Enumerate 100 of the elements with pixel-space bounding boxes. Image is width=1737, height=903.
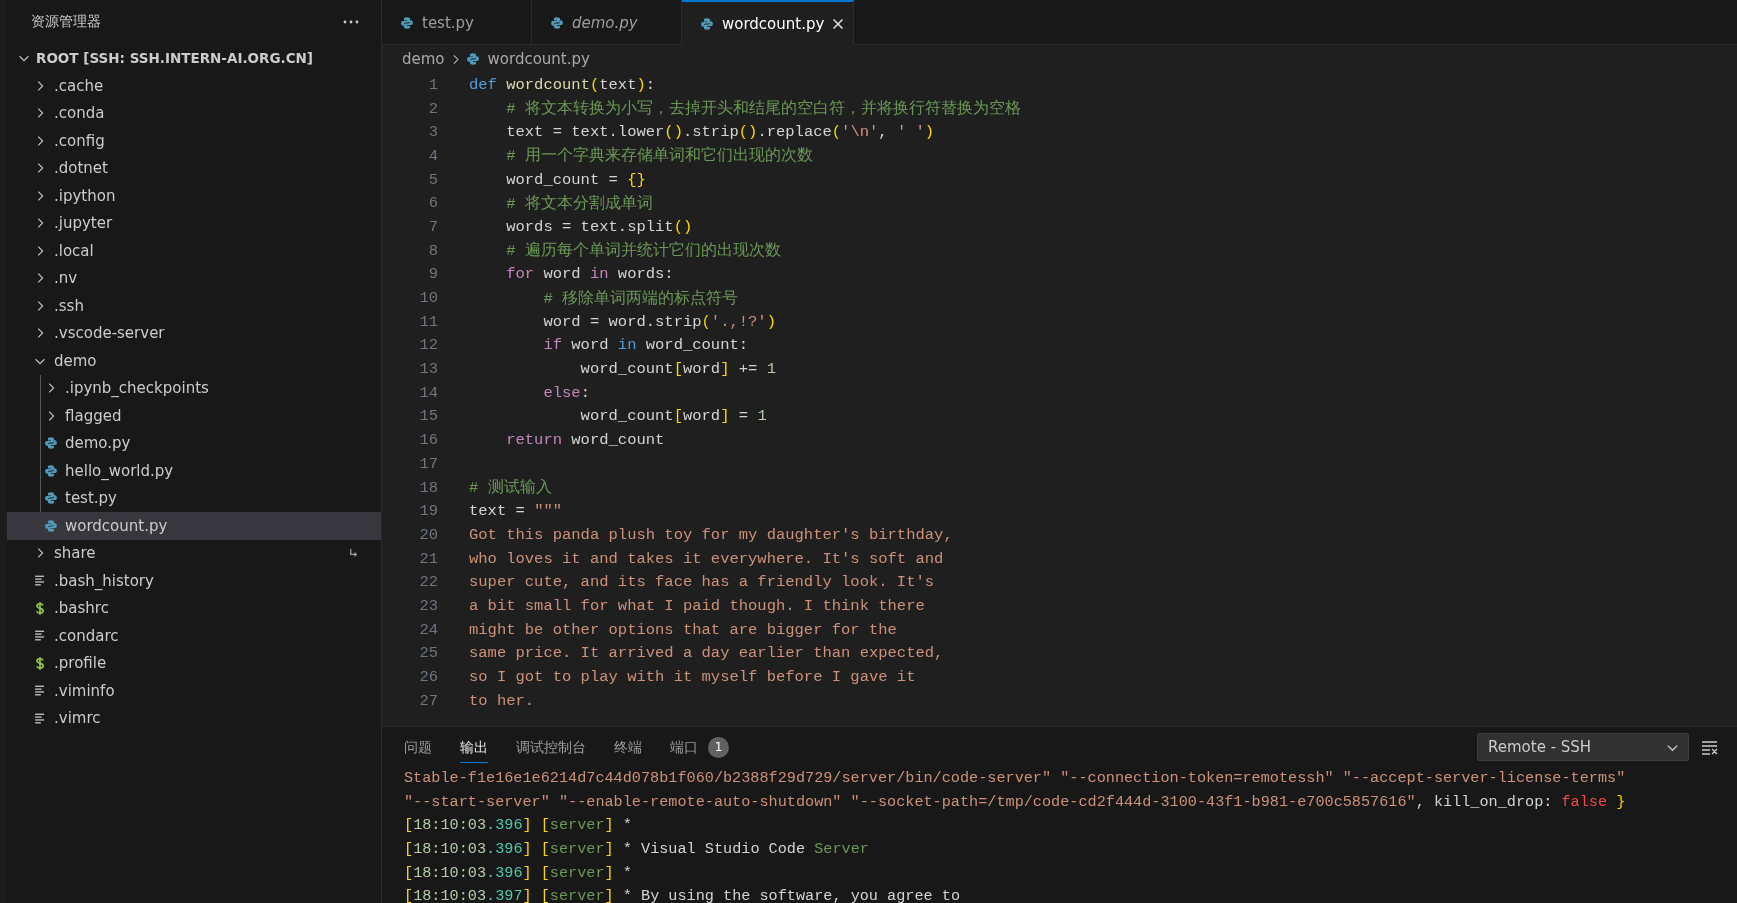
panel-tab[interactable]: 输出 <box>460 731 488 763</box>
tree-item[interactable]: .bashrc <box>7 594 381 622</box>
panel-tab[interactable]: 调试控制台 <box>516 731 586 763</box>
code-line: # 将文本转换为小写，去掉开头和结尾的空白符，并将换行符替换为空格 <box>505 98 1021 120</box>
code-line: # 将文本分割成单词 <box>505 193 653 214</box>
code-line: Got this panda plush toy for my daughter's birthday, <box>469 525 953 544</box>
more-icon[interactable] <box>343 20 359 24</box>
line-number: 20 <box>418 525 438 544</box>
output-line: [18:10:03.396] [server] * <box>404 815 633 837</box>
text-file-icon <box>33 574 47 588</box>
tree-item[interactable]: .jupyter <box>7 209 381 237</box>
tree-item[interactable]: .local <box>7 237 381 265</box>
breadcrumb-item[interactable]: demo <box>402 50 445 68</box>
clear-output-icon[interactable] <box>1701 739 1719 755</box>
line-number: 10 <box>418 289 438 308</box>
python-icon <box>700 16 714 31</box>
code-line: # 测试输入 <box>469 478 552 499</box>
dollar-icon <box>33 600 47 616</box>
link-arrow-icon <box>348 547 359 559</box>
root-folder-header[interactable]: ROOT [SSH: SSH.INTERN-AI.ORG.CN] <box>7 44 381 72</box>
code-line: a bit small for what I paid though. I think there <box>469 596 925 615</box>
line-number: 14 <box>418 383 438 402</box>
code-line: def wordcount(text): <box>469 75 656 94</box>
line-number: 27 <box>418 691 438 710</box>
editor-tab[interactable]: test.py <box>382 0 532 44</box>
tree-item[interactable]: .config <box>7 127 381 155</box>
code-line: text = text.lower().strip().replace('\n', ' ') <box>505 123 935 142</box>
python-icon <box>400 16 414 30</box>
code-line: might be other options that are bigger for the <box>469 620 897 639</box>
tree-item[interactable]: wordcount.py <box>7 512 381 540</box>
line-number: 11 <box>418 312 438 331</box>
text-file-icon <box>33 711 47 725</box>
tree-item[interactable]: .conda <box>7 99 381 127</box>
output-channel-dropdown[interactable]: Remote - SSH <box>1477 733 1689 761</box>
code-line: super cute, and its face has a friendly look. It's <box>469 573 935 592</box>
tree-item[interactable]: .condarc <box>7 622 381 650</box>
line-number: 22 <box>418 573 438 592</box>
line-number: 6 <box>427 194 438 213</box>
code-line: else: <box>542 383 590 402</box>
code-line: if word in word_count: <box>542 336 749 355</box>
tree-item[interactable]: .ipython <box>7 182 381 210</box>
python-icon <box>44 436 58 451</box>
python-icon <box>44 518 58 533</box>
code-line: same price. It arrived a day earlier than expected, <box>469 644 944 663</box>
text-file-icon <box>33 629 47 643</box>
panel-tab[interactable]: 终端 <box>614 731 642 763</box>
tree-item[interactable]: share <box>7 539 381 567</box>
tree-item[interactable]: .ipynb_checkpoints <box>7 374 381 402</box>
line-number: 17 <box>418 454 438 473</box>
code-line: word_count = {} <box>505 170 646 189</box>
line-number: 8 <box>427 241 438 260</box>
output-line: [18:10:03.397] [server] * By using the software, you agree to <box>404 886 961 903</box>
tree-item[interactable]: .bash_history <box>7 567 381 595</box>
tree-item[interactable]: demo.py <box>7 429 381 457</box>
line-number: 19 <box>418 502 438 521</box>
panel-tab[interactable]: 端口 <box>670 731 698 763</box>
tree-item[interactable]: .vimrc <box>7 704 381 732</box>
tree-item[interactable]: .cache <box>7 72 381 100</box>
line-number: 7 <box>427 217 438 236</box>
code-line: word_count[word] += 1 <box>579 360 776 379</box>
line-number: 16 <box>418 431 438 450</box>
code-line: for word in words: <box>505 265 674 284</box>
tree-item[interactable]: flagged <box>7 402 381 430</box>
python-icon <box>44 463 58 478</box>
tree-item[interactable]: .viminfo <box>7 677 381 705</box>
code-line: # 遍历每个单词并统计它们的出现次数 <box>505 240 781 262</box>
tree-item[interactable]: .profile <box>7 649 381 677</box>
code-line: text = """ <box>469 502 563 521</box>
line-number: 25 <box>418 644 438 663</box>
line-number: 18 <box>418 478 438 497</box>
tree-item[interactable]: .vscode-server <box>7 319 381 347</box>
close-icon[interactable] <box>832 17 845 30</box>
breadcrumb-item[interactable]: wordcount.py <box>465 50 590 68</box>
python-icon <box>44 491 58 506</box>
code-line: word = word.strip('.,!?') <box>542 312 776 331</box>
line-number: 21 <box>418 549 438 568</box>
tree-item[interactable]: .dotnet <box>7 154 381 182</box>
line-number: 1 <box>427 75 438 94</box>
code-line: to her. <box>469 691 535 710</box>
tree-item[interactable]: demo <box>7 347 381 375</box>
output-line: [18:10:03.396] [server] * <box>404 862 633 884</box>
count-badge: 1 <box>708 736 729 758</box>
tree-item[interactable]: .ssh <box>7 292 381 320</box>
line-number: 9 <box>427 265 438 284</box>
code-line: words = text.split() <box>505 217 693 236</box>
output-line: [18:10:03.396] [server] * Visual Studio Code Server <box>404 839 870 861</box>
editor-tab[interactable]: wordcount.py <box>682 0 854 45</box>
python-icon <box>550 16 564 30</box>
sidebar-title: 资源管理器 <box>31 13 101 31</box>
code-line: # 移除单词两端的标点符号 <box>542 288 738 309</box>
line-number: 26 <box>418 668 438 687</box>
line-number: 15 <box>418 407 438 426</box>
panel-tab[interactable]: 问题 <box>404 731 432 763</box>
line-number: 4 <box>427 146 438 165</box>
tree-item[interactable]: hello_world.py <box>7 457 381 485</box>
tree-item[interactable]: .nv <box>7 264 381 292</box>
output-line: Stable-f1e16e1e6214d7c44d078b1f060/b2388f29d729/server/bin/code-server" "--connection-token=remotessh" "--accept-server-license-terms" <box>404 768 1627 789</box>
tree-item[interactable]: test.py <box>7 484 381 512</box>
text-file-icon <box>33 684 47 698</box>
line-number: 13 <box>418 360 438 379</box>
